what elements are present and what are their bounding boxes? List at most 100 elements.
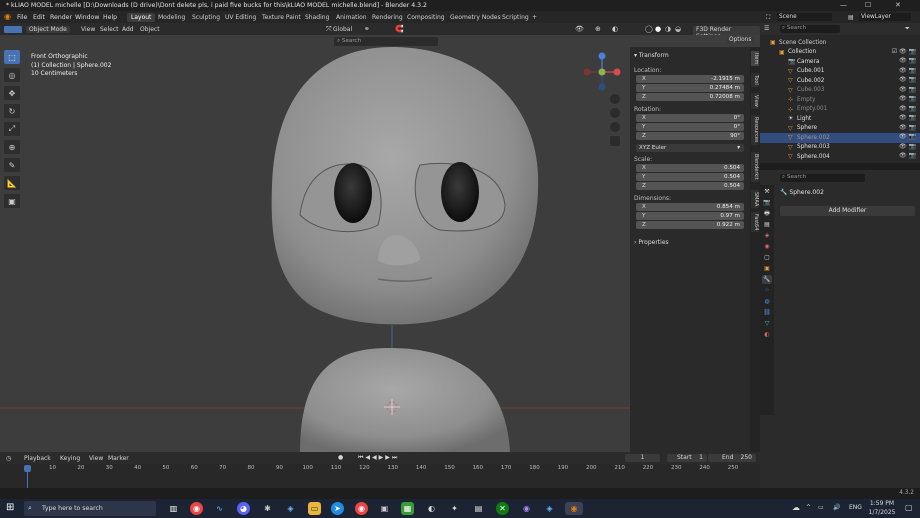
tab-modeling[interactable]: Modeling	[154, 13, 189, 22]
outliner-row[interactable]: ☀ Light 👁 📷	[760, 114, 920, 124]
visibility-toggle[interactable]: 👁 📷	[899, 76, 916, 83]
playback-menu[interactable]: Playback	[24, 455, 51, 462]
measure-tool-icon[interactable]: 📐	[4, 176, 20, 190]
taskbar-search-box[interactable]: ⌕ Type here to search	[24, 501, 156, 516]
shading-solid-icon[interactable]: ●	[655, 25, 661, 33]
outliner-row[interactable]: ▣ Collection ☑ 👁 📷	[760, 48, 920, 58]
tool-tab-icon[interactable]: ⚒	[762, 187, 772, 196]
particles-tab-icon[interactable]: ⁘	[762, 286, 772, 295]
transform-tool-icon[interactable]: ⊕	[4, 140, 20, 154]
snap-icon[interactable]: 🧲	[395, 25, 404, 33]
app5-icon[interactable]: ✦	[448, 502, 461, 515]
location-z-field[interactable]: Z 0.72008 m	[636, 93, 744, 101]
record-icon[interactable]: ●	[338, 454, 343, 461]
maximize-button[interactable]: ☐	[865, 1, 871, 9]
dimensions-y-field[interactable]: Y 0.97 m	[636, 212, 744, 220]
scale-y-field[interactable]: Y 0.504	[636, 173, 744, 181]
shading-wire-icon[interactable]: ◯	[645, 25, 653, 33]
dimensions-x-field[interactable]: X 0.854 m	[636, 203, 744, 211]
view-layer-selector[interactable]: ViewLayer	[859, 13, 911, 21]
physics-tab-icon[interactable]: ◍	[762, 297, 772, 306]
close-button[interactable]: ✕	[895, 1, 901, 9]
outliner-row[interactable]: ▣ Scene Collection	[760, 38, 920, 48]
chrome-icon[interactable]: ◉	[190, 502, 203, 515]
shading-material-icon[interactable]: ◑	[665, 25, 671, 33]
app-icon[interactable]: ∿	[213, 502, 226, 515]
discord-icon[interactable]: ◕	[237, 502, 250, 515]
scale-tool-icon[interactable]: ⤢	[4, 122, 20, 136]
menu-window[interactable]: Window	[75, 14, 99, 21]
rotation-z-field[interactable]: Z 90°	[636, 132, 744, 140]
cursor-tool-icon[interactable]: ◎	[4, 68, 20, 82]
outliner-row[interactable]: ▽ Sphere.004 👁 📷	[760, 152, 920, 162]
tab-uv-editing[interactable]: UV Editing	[221, 13, 260, 22]
notepad-icon[interactable]: ▤	[472, 502, 485, 515]
filter-icon[interactable]: ⏷	[905, 25, 910, 33]
playback-controls[interactable]: ⏮◀◀▶▶⏭	[358, 454, 399, 462]
scene-tab-icon[interactable]: ◈	[762, 231, 772, 240]
tab-smaa[interactable]: SMAA	[751, 190, 759, 209]
app3-icon[interactable]: ▣	[378, 502, 391, 515]
rotation-x-field[interactable]: X 0°	[636, 114, 744, 122]
orientation-selector[interactable]: Global	[333, 26, 352, 33]
tab-view[interactable]: View	[751, 93, 759, 109]
location-y-field[interactable]: Y 0.27484 m	[636, 84, 744, 92]
tab-fast64[interactable]: Fast64	[751, 212, 759, 233]
minimize-button[interactable]: —	[840, 1, 847, 9]
data-tab-icon[interactable]: ▽	[762, 319, 772, 328]
select-tool-icon[interactable]: ⬚	[4, 50, 20, 64]
scale-z-field[interactable]: Z 0.504	[636, 182, 744, 190]
visibility-toggle[interactable]: 👁 📷	[899, 133, 916, 140]
outliner-row[interactable]: ▽ Sphere 👁 📷	[760, 124, 920, 134]
viewport-search-input[interactable]: ⌕ Search	[334, 37, 438, 46]
keying-menu[interactable]: Keying	[60, 455, 80, 462]
select-box-icon[interactable]	[4, 26, 22, 33]
clock-time[interactable]: 1:59 PM	[868, 500, 896, 507]
properties-header[interactable]: › Properties	[634, 239, 669, 246]
clock-icon[interactable]: ◷	[6, 455, 11, 462]
add-cube-tool-icon[interactable]: ▣	[4, 194, 20, 208]
menu-file[interactable]: File	[17, 14, 27, 21]
tab-sculpting[interactable]: Sculpting	[188, 13, 224, 22]
menu-view[interactable]: View	[81, 26, 95, 33]
app2-icon[interactable]: ✱	[261, 502, 274, 515]
material-tab-icon[interactable]: ◐	[762, 330, 772, 339]
tab-animation[interactable]: Animation	[332, 13, 371, 22]
tab-compositing[interactable]: Compositing	[403, 13, 449, 22]
app4-icon[interactable]: ◐	[425, 502, 438, 515]
editor-type-icon[interactable]: ☰	[764, 25, 769, 32]
visibility-toggle[interactable]: ☑ 👁 📷	[892, 48, 916, 55]
overlay-icon[interactable]: ◐	[612, 25, 618, 33]
tab-geometry-nodes[interactable]: Geometry Nodes	[446, 13, 505, 22]
clock-date[interactable]: 1/7/2025	[866, 509, 898, 516]
language-indicator[interactable]: ENG	[849, 504, 862, 511]
current-frame-field[interactable]: 1	[625, 454, 660, 462]
chrome2-icon[interactable]: ◉	[355, 502, 368, 515]
menu-add[interactable]: Add	[122, 26, 134, 33]
tab-item[interactable]: Item	[751, 51, 759, 67]
steam-icon[interactable]: ◈	[284, 502, 297, 515]
gizmo-icon[interactable]: ⊕	[595, 25, 601, 33]
tab-layout[interactable]: Layout	[127, 13, 156, 22]
xbox-icon[interactable]: ✕	[496, 502, 509, 515]
windows-start-icon[interactable]: ⊞	[6, 502, 14, 513]
mode-selector[interactable]: Object Mode	[26, 26, 70, 33]
object-name-field[interactable]: 🔧 Sphere.002	[780, 189, 910, 198]
view-layer-tab-icon[interactable]: ▤	[762, 220, 772, 229]
minecraft-icon[interactable]: ▦	[401, 502, 414, 515]
scene-selector[interactable]: Scene	[777, 13, 832, 21]
visibility-toggle[interactable]: 👁 📷	[899, 95, 916, 102]
visibility-toggle[interactable]: 👁 📷	[899, 124, 916, 131]
visibility-toggle[interactable]: 👁 📷	[899, 67, 916, 74]
scale-x-field[interactable]: X 0.504	[636, 164, 744, 172]
outliner-row[interactable]: ▽ Sphere.002 👁 📷	[760, 133, 920, 143]
render-tab-icon[interactable]: 📷	[762, 198, 772, 207]
tab-tool[interactable]: Tool	[751, 73, 759, 87]
add-modifier-button[interactable]: Add Modifier	[780, 206, 915, 216]
network-icon[interactable]: ▭	[818, 504, 824, 511]
outliner-row[interactable]: ▽ Cube.002 👁 📷	[760, 76, 920, 86]
dimensions-z-field[interactable]: Z 0.922 m	[636, 221, 744, 229]
location-x-field[interactable]: X -2.1915 m	[636, 75, 744, 83]
outliner-row[interactable]: ▽ Cube.003 👁 📷	[760, 86, 920, 96]
volume-icon[interactable]: 🔊	[833, 504, 840, 511]
